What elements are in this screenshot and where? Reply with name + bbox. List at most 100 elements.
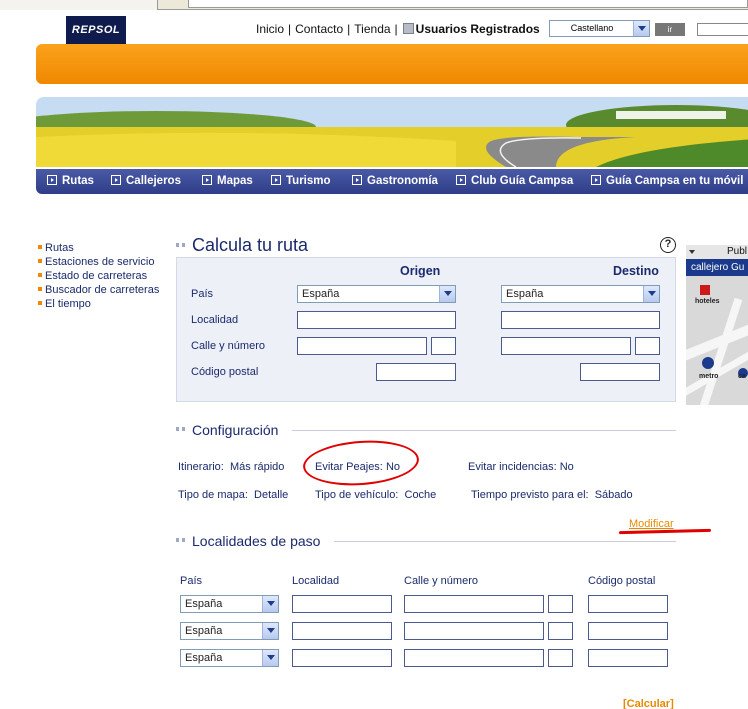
map-label-hoteles: hoteles bbox=[695, 298, 720, 305]
postal-label: Código postal bbox=[191, 366, 259, 378]
waypoint-country-value: España bbox=[185, 598, 223, 610]
nav-separator: | bbox=[394, 22, 398, 36]
origin-street-input[interactable] bbox=[297, 337, 427, 355]
waypoint-postal-input[interactable] bbox=[588, 622, 668, 640]
arrow-right-icon bbox=[271, 175, 281, 185]
calculate-link[interactable]: [Calcular] bbox=[623, 698, 674, 709]
modify-link[interactable]: Modificar bbox=[629, 518, 674, 530]
waypoint-country-value: España bbox=[185, 652, 223, 664]
ad-panel[interactable]: Publ callejero Gu hoteles metro ca bbox=[686, 245, 748, 405]
metro-icon bbox=[702, 357, 714, 369]
waypoint-country-select[interactable]: España bbox=[180, 649, 279, 667]
main-nav-turismo[interactable]: Turismo bbox=[271, 175, 331, 187]
browser-tab[interactable] bbox=[0, 0, 158, 10]
side-menu-buscador[interactable]: Buscador de carreteras bbox=[38, 283, 159, 297]
lock-icon bbox=[402, 23, 414, 34]
main-nav-movil[interactable]: Guía Campsa en tu móvil bbox=[591, 175, 743, 187]
main-nav-rutas[interactable]: Rutas bbox=[47, 175, 94, 187]
section-dots bbox=[176, 427, 186, 431]
nav-separator: | bbox=[288, 22, 292, 36]
origin-number-input[interactable] bbox=[431, 337, 456, 355]
waypoint-col-street: Calle y número bbox=[404, 575, 478, 587]
side-menu-rutas[interactable]: Rutas bbox=[38, 241, 159, 255]
main-nav-gastronomia[interactable]: Gastronomía bbox=[352, 175, 438, 187]
banner-image bbox=[36, 97, 748, 167]
map-label-ca: ca bbox=[738, 373, 746, 380]
top-nav: Inicio | Contacto | Tienda | Usuarios Registra… bbox=[256, 22, 540, 36]
registered-users-link[interactable]: Usuarios Registrados bbox=[416, 22, 540, 36]
waypoint-postal-input[interactable] bbox=[588, 649, 668, 667]
nav-separator: | bbox=[347, 22, 351, 36]
side-menu-estaciones[interactable]: Estaciones de servicio bbox=[38, 255, 159, 269]
section-dots bbox=[176, 243, 186, 247]
waypoint-col-country: País bbox=[180, 575, 203, 587]
section-dots bbox=[176, 538, 186, 542]
destination-country-select[interactable]: España bbox=[501, 285, 660, 303]
waypoint-street-input[interactable] bbox=[404, 595, 544, 613]
nav-link-inicio[interactable]: Inicio bbox=[256, 22, 284, 36]
destination-street-input[interactable] bbox=[501, 337, 631, 355]
section-divider bbox=[292, 430, 676, 431]
hotel-icon bbox=[700, 285, 710, 295]
country-label: País bbox=[191, 288, 214, 300]
nav-link-tienda[interactable]: Tienda bbox=[354, 22, 390, 36]
waypoint-number-input[interactable] bbox=[548, 649, 573, 667]
main-nav-mapas[interactable]: Mapas bbox=[202, 175, 253, 187]
chevron-down-icon[interactable] bbox=[262, 596, 278, 612]
waypoint-country-value: España bbox=[185, 625, 223, 637]
go-button[interactable]: ir bbox=[655, 23, 685, 36]
chevron-down-icon[interactable] bbox=[262, 650, 278, 666]
waypoint-street-input[interactable] bbox=[404, 622, 544, 640]
waypoint-city-input[interactable] bbox=[292, 595, 392, 613]
chevron-down-icon[interactable] bbox=[262, 623, 278, 639]
collapse-icon[interactable] bbox=[689, 250, 695, 254]
waypoint-street-input[interactable] bbox=[404, 649, 544, 667]
waypoint-postal-input[interactable] bbox=[588, 595, 668, 613]
logo-text: REPSOL bbox=[71, 24, 121, 36]
vehicle-setting: Tipo de vehículo: Coche bbox=[315, 489, 437, 501]
origin-country-select[interactable]: España bbox=[297, 285, 456, 303]
language-value: Castellano bbox=[570, 23, 614, 33]
arrow-right-icon bbox=[111, 175, 121, 185]
config-title: Configuración bbox=[176, 422, 278, 438]
waypoint-col-city: Localidad bbox=[292, 575, 340, 587]
ad-title[interactable]: callejero Gu bbox=[686, 259, 748, 276]
incidents-setting: Evitar incidencias: No bbox=[468, 461, 574, 473]
ad-header: Publ bbox=[686, 245, 748, 259]
waypoint-number-input[interactable] bbox=[548, 595, 573, 613]
time-setting: Tiempo previsto para el: Sábado bbox=[471, 489, 633, 501]
help-icon[interactable]: ? bbox=[660, 237, 676, 253]
chevron-down-icon[interactable] bbox=[633, 21, 649, 36]
address-bar[interactable] bbox=[188, 0, 748, 8]
section-divider bbox=[334, 541, 676, 542]
arrow-right-icon bbox=[47, 175, 57, 185]
city-label: Localidad bbox=[191, 314, 239, 326]
waypoint-number-input[interactable] bbox=[548, 622, 573, 640]
origin-country-value: España bbox=[302, 288, 340, 300]
destination-postal-input[interactable] bbox=[580, 363, 660, 381]
chevron-down-icon[interactable] bbox=[643, 286, 659, 302]
waypoint-country-select[interactable]: España bbox=[180, 595, 279, 613]
waypoint-city-input[interactable] bbox=[292, 622, 392, 640]
origin-city-input[interactable] bbox=[297, 311, 456, 329]
main-nav-callejeros[interactable]: Callejeros bbox=[111, 175, 181, 187]
origin-header: Origen bbox=[400, 264, 441, 278]
banner-illustration bbox=[36, 97, 748, 167]
destination-number-input[interactable] bbox=[635, 337, 660, 355]
arrow-right-icon bbox=[202, 175, 212, 185]
map-label-metro: metro bbox=[699, 373, 719, 380]
route-title: Calcula tu ruta bbox=[176, 235, 308, 256]
waypoint-city-input[interactable] bbox=[292, 649, 392, 667]
ad-map: hoteles metro ca bbox=[686, 276, 748, 405]
origin-postal-input[interactable] bbox=[376, 363, 456, 381]
nav-link-contacto[interactable]: Contacto bbox=[295, 22, 343, 36]
destination-city-input[interactable] bbox=[501, 311, 660, 329]
side-menu-tiempo[interactable]: El tiempo bbox=[38, 297, 159, 311]
side-menu-estado-carreteras[interactable]: Estado de carreteras bbox=[38, 269, 159, 283]
language-select[interactable]: Castellano bbox=[549, 20, 650, 37]
main-nav-club[interactable]: Club Guía Campsa bbox=[456, 175, 573, 187]
waypoint-country-select[interactable]: España bbox=[180, 622, 279, 640]
arrow-right-icon bbox=[591, 175, 601, 185]
chevron-down-icon[interactable] bbox=[439, 286, 455, 302]
search-input[interactable] bbox=[697, 23, 748, 36]
